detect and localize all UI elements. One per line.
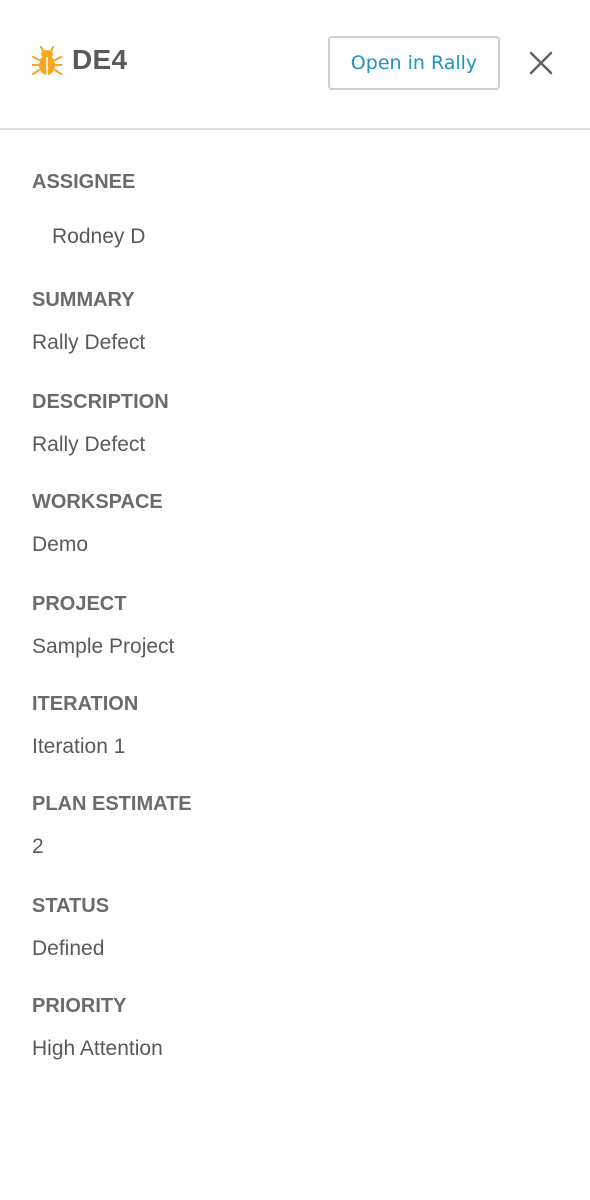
assignee-value[interactable]: Rodney D: [32, 224, 552, 250]
field-iteration: ITERATION Iteration 1: [32, 692, 552, 760]
field-priority: PRIORITY High Attention: [32, 994, 552, 1062]
field-description: DESCRIPTION Rally Defect: [32, 390, 552, 458]
plan-estimate-label: PLAN ESTIMATE: [32, 793, 192, 815]
priority-label: PRIORITY: [32, 995, 127, 1017]
item-id: DE4: [72, 44, 128, 75]
field-plan-estimate: PLAN ESTIMATE 2: [32, 792, 552, 860]
field-summary: SUMMARY Rally Defect: [32, 288, 552, 356]
summary-value: Rally Defect: [32, 331, 146, 354]
iteration-label: ITERATION: [32, 693, 139, 715]
field-workspace: WORKSPACE Demo: [32, 490, 552, 558]
field-status: STATUS Defined: [32, 894, 552, 962]
workspace-label: WORKSPACE: [32, 491, 163, 513]
open-in-rally-button[interactable]: Open in Rally: [328, 36, 500, 90]
field-assignee: ASSIGNEE Rodney D: [32, 170, 552, 250]
workspace-value: Demo: [32, 533, 89, 556]
bug-icon: [32, 46, 62, 75]
project-value: Sample Project: [32, 635, 175, 658]
description-label: DESCRIPTION: [32, 391, 169, 413]
iteration-value: Iteration 1: [32, 735, 126, 758]
description-value: Rally Defect: [32, 433, 146, 456]
priority-value: High Attention: [32, 1037, 163, 1060]
field-project: PROJECT Sample Project: [32, 592, 552, 660]
panel-header: DE4 Open in Rally: [0, 0, 590, 130]
status-value: Defined: [32, 937, 105, 960]
project-label: PROJECT: [32, 593, 127, 615]
plan-estimate-value: 2: [32, 835, 44, 858]
summary-label: SUMMARY: [32, 289, 135, 311]
close-icon[interactable]: [523, 45, 559, 81]
status-label: STATUS: [32, 895, 110, 917]
assignee-label: ASSIGNEE: [32, 171, 136, 193]
